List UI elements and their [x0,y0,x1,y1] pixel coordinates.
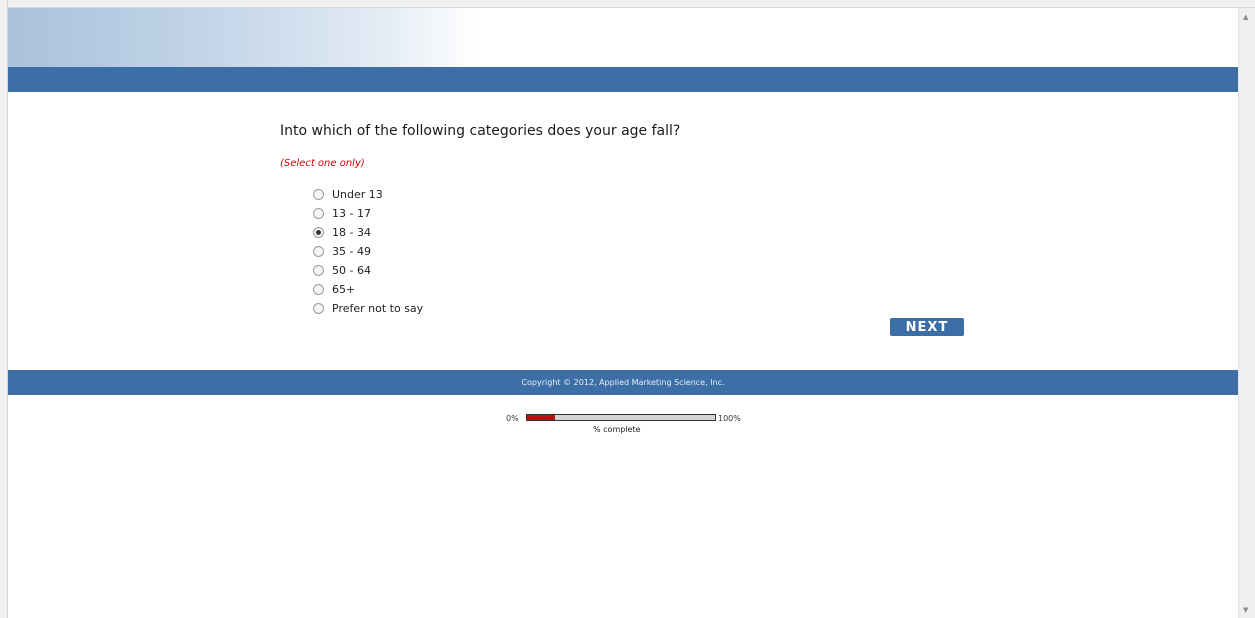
age-option-under-13[interactable]: Under 13 [313,185,423,204]
age-option-50-64[interactable]: 50 - 64 [313,261,423,280]
header-gradient-graphic [8,8,478,67]
instruction-label: Select one only [283,158,361,169]
radio-button[interactable] [313,208,324,219]
scroll-down-arrow-icon[interactable]: ▼ [1243,607,1248,614]
instruction-text: (Select one only) [280,158,365,169]
age-option-13-17[interactable]: 13 - 17 [313,204,423,223]
progress-bar-fill [527,415,556,420]
option-label: Under 13 [332,188,383,201]
footer-bar: Copyright © 2012, Applied Marketing Scie… [8,370,1238,395]
copyright-text: Copyright © 2012, Applied Marketing Scie… [521,378,725,387]
option-label: 65+ [332,283,356,296]
question-text: Into which of the following categories d… [280,123,681,139]
age-options-list: Under 13 13 - 17 18 - 34 35 - 49 50 - 64… [313,185,423,318]
option-label: Prefer not to say [332,302,424,315]
progress-start-label: 0% [506,414,519,423]
radio-button[interactable] [313,246,324,257]
radio-button[interactable] [313,284,324,295]
option-label: 18 - 34 [332,226,371,239]
window-top-border [0,0,1255,8]
progress-indicator: 0% 100% % complete [506,413,756,437]
next-button[interactable]: NEXT [890,318,964,336]
window-left-border [0,0,8,618]
option-label: 50 - 64 [332,264,371,277]
radio-button[interactable] [313,189,324,200]
age-option-65-plus[interactable]: 65+ [313,280,423,299]
vertical-scrollbar[interactable]: ▲ ▼ [1238,8,1255,618]
scroll-up-arrow-icon[interactable]: ▲ [1243,14,1248,21]
option-label: 13 - 17 [332,207,371,220]
age-option-35-49[interactable]: 35 - 49 [313,242,423,261]
radio-button[interactable] [313,265,324,276]
age-option-18-34[interactable]: 18 - 34 [313,223,423,242]
header-bar [8,67,1238,92]
age-option-prefer-not-to-say[interactable]: Prefer not to say [313,299,423,318]
header-banner [8,8,1238,67]
instruction-close-paren: ) [360,158,365,169]
radio-button[interactable] [313,227,324,238]
progress-bar [526,414,716,421]
progress-caption: % complete [593,425,641,434]
progress-end-label: 100% [718,414,741,423]
radio-button[interactable] [313,303,324,314]
survey-page: Into which of the following categories d… [8,8,1238,618]
option-label: 35 - 49 [332,245,371,258]
